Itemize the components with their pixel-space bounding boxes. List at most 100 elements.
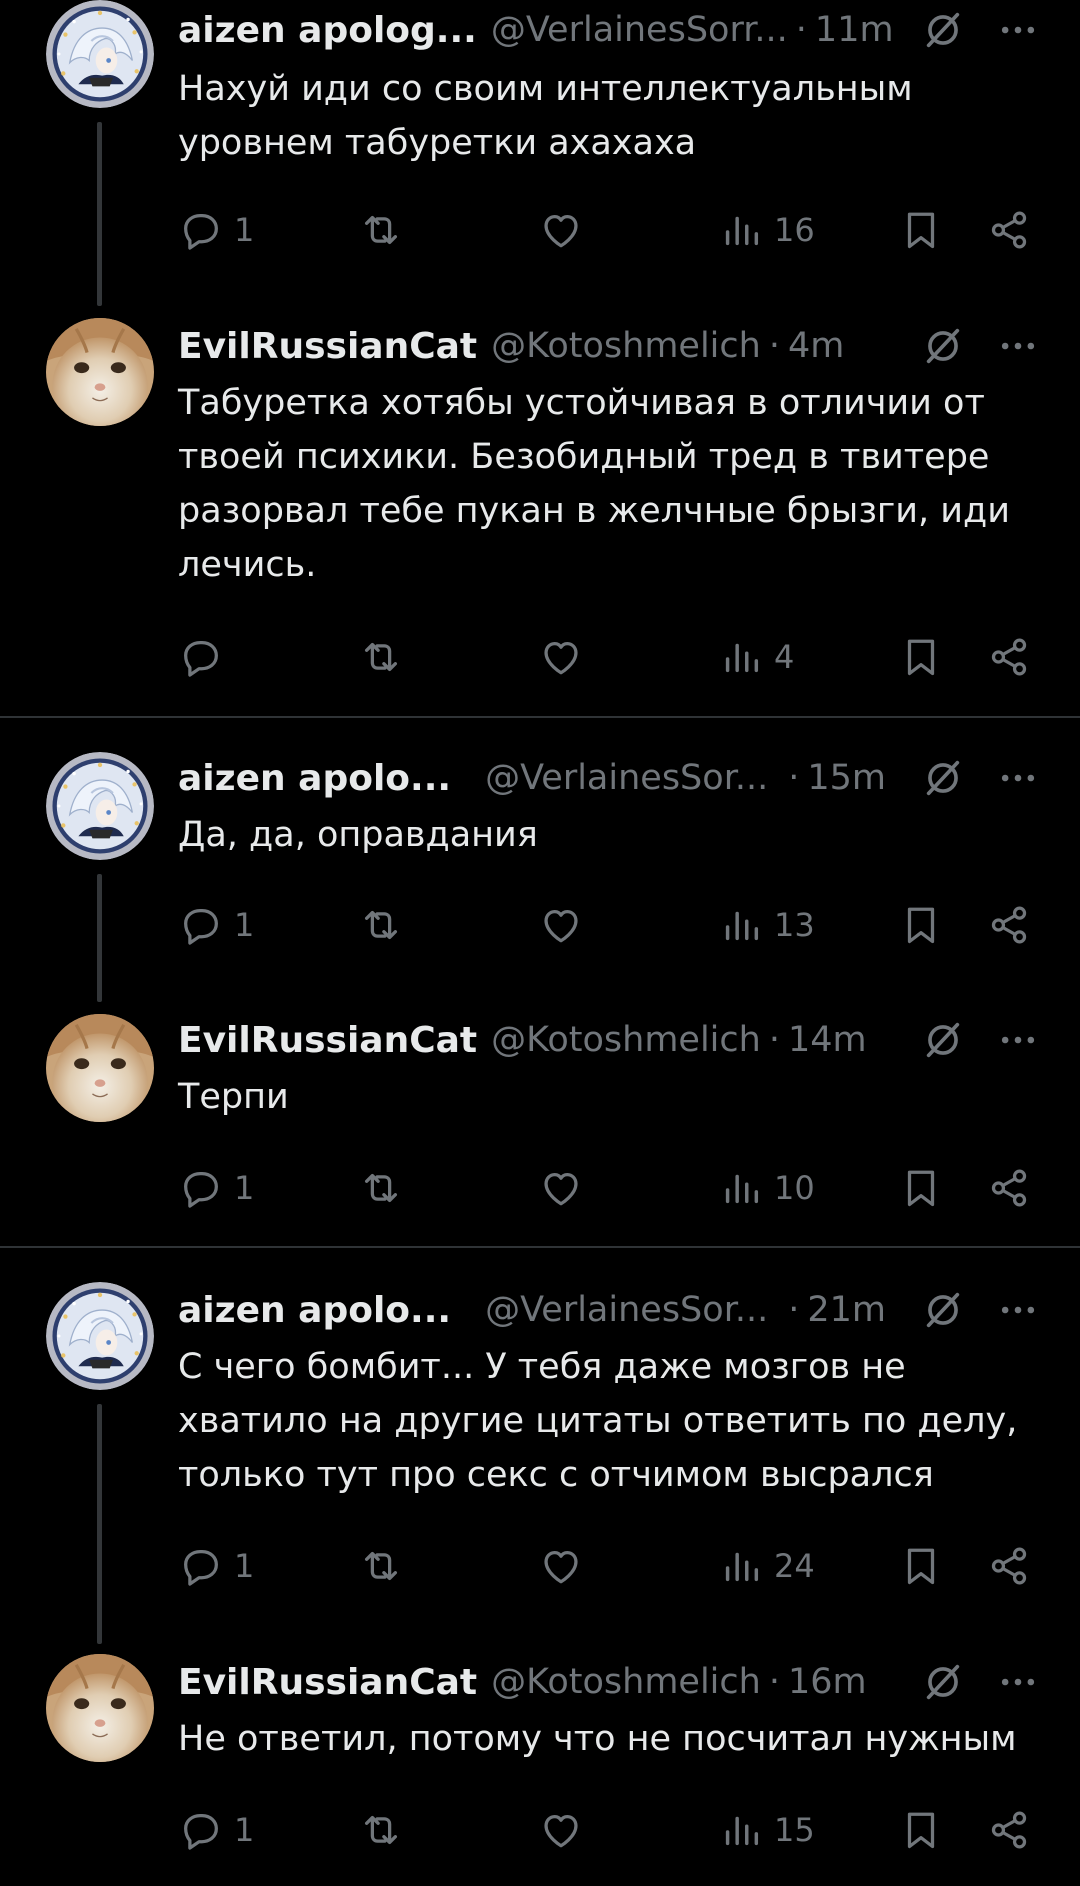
- avatar[interactable]: [46, 1282, 154, 1390]
- reply-button[interactable]: 1: [178, 1158, 254, 1218]
- reply-bubble-icon: [178, 1543, 224, 1589]
- tweet[interactable]: EvilRussianCat @Kotoshmelich · 14m Терпи…: [0, 1010, 1080, 1246]
- repost-button[interactable]: [358, 895, 404, 955]
- avatar[interactable]: [46, 1014, 154, 1122]
- slashed-circle-icon[interactable]: [920, 755, 966, 801]
- bookmark-button[interactable]: [898, 895, 944, 955]
- repost-icon: [358, 634, 404, 680]
- tweet-header: EvilRussianCat @Kotoshmelich · 14m: [178, 1010, 1040, 1070]
- avatar[interactable]: [46, 752, 154, 860]
- share-button[interactable]: [986, 895, 1032, 955]
- slashed-circle-icon[interactable]: [920, 323, 966, 369]
- author-name[interactable]: aizen apolog...: [178, 10, 477, 51]
- bookmark-button[interactable]: [898, 627, 944, 687]
- author-handle[interactable]: @VerlainesSorr...: [491, 10, 788, 50]
- timestamp[interactable]: 16m: [788, 1662, 867, 1702]
- tweet[interactable]: aizen apolo... @VerlainesSor... · 15m Да…: [0, 748, 1080, 1010]
- share-button[interactable]: [986, 1800, 1032, 1860]
- author-name[interactable]: EvilRussianCat: [178, 1662, 477, 1703]
- timestamp[interactable]: 11m: [815, 10, 894, 50]
- reply-count: 1: [234, 211, 255, 249]
- author-handle[interactable]: @Kotoshmelich: [491, 1662, 761, 1702]
- share-button[interactable]: [986, 1536, 1032, 1596]
- timestamp[interactable]: 4m: [788, 326, 844, 366]
- slashed-circle-icon[interactable]: [920, 1659, 966, 1705]
- views-button[interactable]: 10: [718, 1158, 815, 1218]
- views-button[interactable]: 24: [718, 1536, 815, 1596]
- bookmark-icon: [898, 1543, 944, 1589]
- slashed-circle-icon[interactable]: [920, 7, 966, 53]
- bookmark-button[interactable]: [898, 1158, 944, 1218]
- more-dots-icon[interactable]: [996, 1288, 1040, 1332]
- share-icon: [986, 207, 1032, 253]
- timestamp[interactable]: 15m: [807, 758, 886, 798]
- author-name[interactable]: EvilRussianCat: [178, 1020, 477, 1061]
- reply-count: 1: [234, 906, 255, 944]
- share-icon: [986, 1543, 1032, 1589]
- views-button[interactable]: 15: [718, 1800, 815, 1860]
- bookmark-button[interactable]: [898, 200, 944, 260]
- repost-button[interactable]: [358, 627, 404, 687]
- like-button[interactable]: [538, 1158, 584, 1218]
- bookmark-button[interactable]: [898, 1536, 944, 1596]
- reply-button[interactable]: [178, 627, 234, 687]
- author-name[interactable]: EvilRussianCat: [178, 326, 477, 367]
- reply-button[interactable]: 1: [178, 200, 254, 260]
- views-count: 10: [774, 1169, 815, 1207]
- action-bar: 1 24: [178, 1536, 1038, 1596]
- avatar[interactable]: [46, 1654, 154, 1762]
- views-button[interactable]: 16: [718, 200, 815, 260]
- like-button[interactable]: [538, 627, 584, 687]
- like-button[interactable]: [538, 895, 584, 955]
- more-dots-icon[interactable]: [996, 1660, 1040, 1704]
- heart-icon: [538, 634, 584, 680]
- timestamp[interactable]: 21m: [807, 1290, 886, 1330]
- reply-button[interactable]: 1: [178, 1536, 254, 1596]
- tweet[interactable]: aizen apolo... @VerlainesSor... · 21m С …: [0, 1280, 1080, 1652]
- slashed-circle-icon[interactable]: [920, 1287, 966, 1333]
- more-dots-icon[interactable]: [996, 8, 1040, 52]
- heart-icon: [538, 207, 584, 253]
- tweet[interactable]: aizen apolog... @VerlainesSorr... · 11m …: [0, 0, 1080, 310]
- views-button[interactable]: 13: [718, 895, 815, 955]
- tweet[interactable]: EvilRussianCat @Kotoshmelich · 4m Табуре…: [0, 316, 1080, 714]
- bookmark-button[interactable]: [898, 1800, 944, 1860]
- author-handle[interactable]: @Kotoshmelich: [491, 326, 761, 366]
- author-handle[interactable]: @VerlainesSor...: [485, 758, 768, 798]
- more-dots-icon[interactable]: [996, 756, 1040, 800]
- like-button[interactable]: [538, 200, 584, 260]
- like-button[interactable]: [538, 1800, 584, 1860]
- separator-dot: ·: [768, 326, 780, 366]
- author-handle[interactable]: @Kotoshmelich: [491, 1020, 761, 1060]
- cat-avatar-image: [46, 1654, 154, 1762]
- share-button[interactable]: [986, 627, 1032, 687]
- author-name[interactable]: aizen apolo...: [178, 1290, 451, 1331]
- repost-button[interactable]: [358, 1800, 404, 1860]
- bookmark-icon: [898, 902, 944, 948]
- tweet-header-controls: [912, 1280, 1040, 1340]
- like-button[interactable]: [538, 1536, 584, 1596]
- avatar[interactable]: [46, 318, 154, 426]
- repost-button[interactable]: [358, 200, 404, 260]
- slashed-circle-icon[interactable]: [920, 1017, 966, 1063]
- reply-button[interactable]: 1: [178, 895, 254, 955]
- author-name[interactable]: aizen apolo...: [178, 758, 451, 799]
- more-dots-icon[interactable]: [996, 1018, 1040, 1062]
- avatar[interactable]: [46, 0, 154, 108]
- tweet[interactable]: EvilRussianCat @Kotoshmelich · 16m Не от…: [0, 1652, 1080, 1886]
- author-handle[interactable]: @VerlainesSor...: [485, 1290, 768, 1330]
- tweet-text: Да, да, оправдания: [178, 815, 538, 855]
- views-button[interactable]: 4: [718, 627, 794, 687]
- timestamp[interactable]: 14m: [788, 1020, 867, 1060]
- repost-button[interactable]: [358, 1536, 404, 1596]
- tweet-header-controls: [912, 0, 1040, 60]
- more-dots-icon[interactable]: [996, 324, 1040, 368]
- reply-bubble-icon: [178, 1807, 224, 1853]
- reply-button[interactable]: 1: [178, 1800, 254, 1860]
- repost-button[interactable]: [358, 1158, 404, 1218]
- action-bar: 1 16: [178, 200, 1038, 260]
- tweet-text: С чего бомбит... У тебя даже мозгов не х…: [178, 1347, 1018, 1495]
- tweet-header: aizen apolo... @VerlainesSor... · 21m: [178, 1280, 1040, 1340]
- share-button[interactable]: [986, 200, 1032, 260]
- share-button[interactable]: [986, 1158, 1032, 1218]
